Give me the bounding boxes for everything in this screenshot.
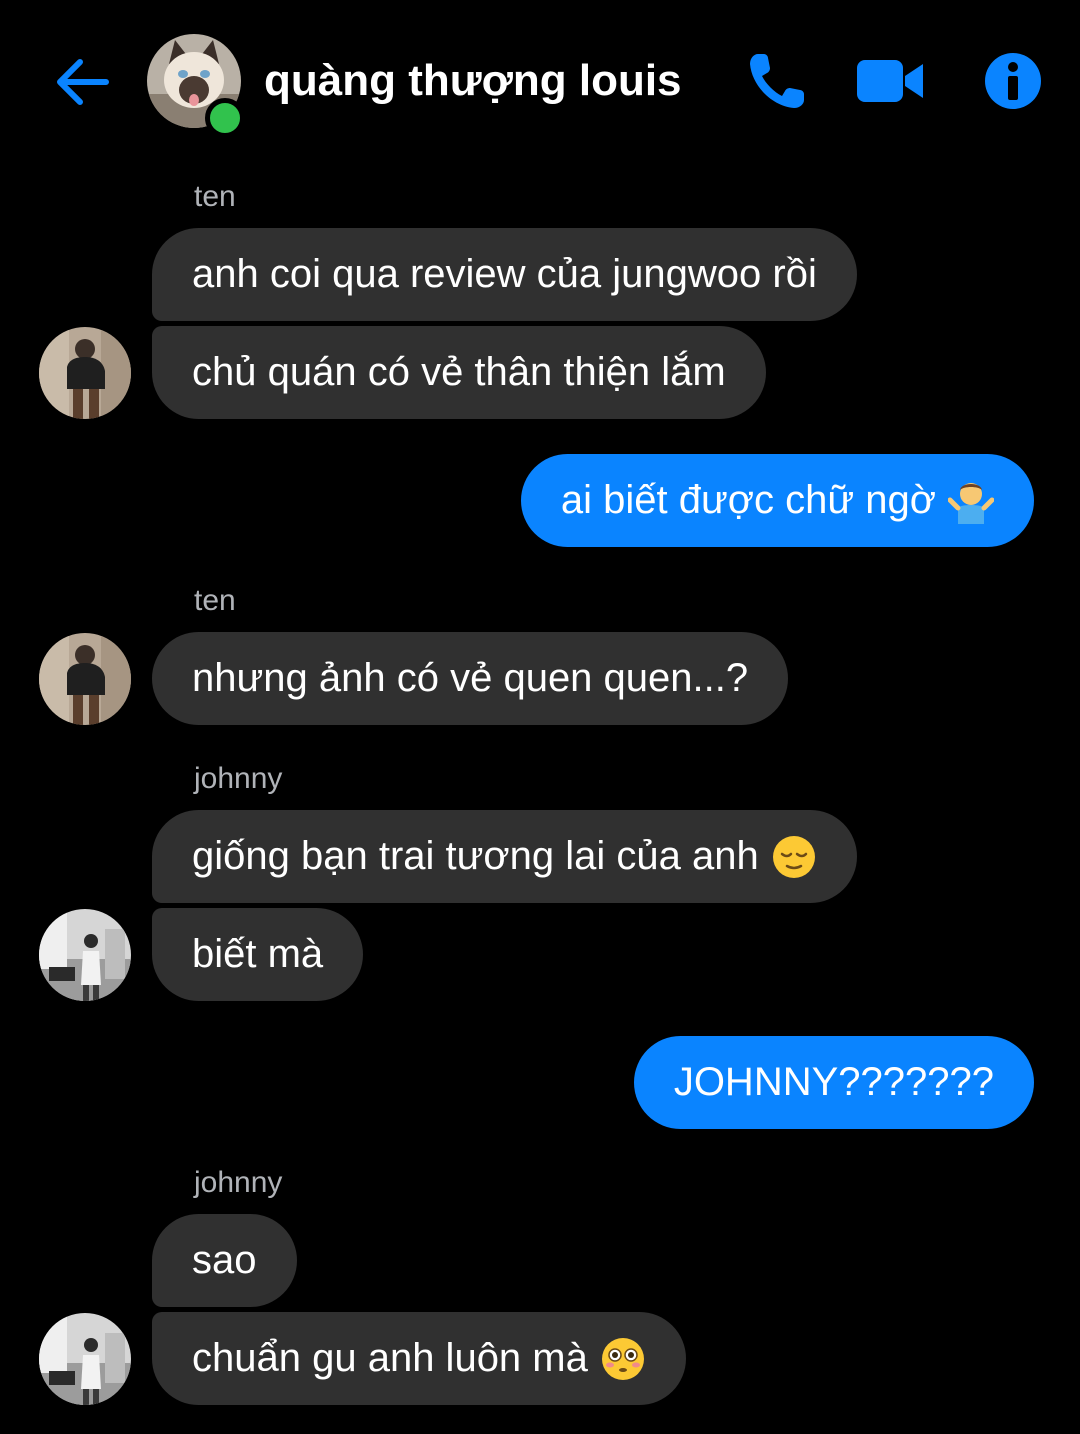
message-text: chủ quán có vẻ thân thiện lắm	[192, 350, 726, 394]
incoming-message[interactable]: chuẩn gu anh luôn mà	[152, 1312, 686, 1405]
message-text: sao	[192, 1238, 257, 1282]
message-text: nhưng ảnh có vẻ quen quen...?	[192, 656, 749, 700]
outgoing-message[interactable]: JOHNNY???????	[633, 1036, 1034, 1129]
chat-header: quàng thượng louis	[0, 0, 1080, 160]
avatar[interactable]	[39, 1313, 131, 1405]
incoming-message[interactable]: nhưng ảnh có vẻ quen quen...?	[152, 632, 789, 725]
sender-name: johnny	[194, 762, 283, 795]
info-icon	[985, 53, 1041, 109]
video-call-button[interactable]	[855, 48, 925, 114]
voice-call-button[interactable]	[744, 48, 810, 114]
info-button[interactable]	[980, 48, 1046, 114]
relieved-face-emoji	[772, 835, 815, 878]
incoming-message[interactable]: biết mà	[152, 908, 364, 1001]
avatar[interactable]	[39, 633, 131, 725]
online-status-dot	[205, 98, 245, 138]
avatar[interactable]	[39, 909, 131, 1001]
incoming-message[interactable]: anh coi qua review của jungwoo rồi	[152, 228, 857, 321]
message-text: ai biết được chữ ngờ	[560, 478, 936, 522]
back-button[interactable]	[50, 50, 114, 114]
person-shrugging-emoji	[948, 482, 994, 524]
incoming-message[interactable]: giống bạn trai tương lai của anh	[152, 810, 857, 903]
outgoing-message[interactable]: ai biết được chữ ngờ	[520, 454, 1034, 547]
arrow-left-icon	[57, 59, 109, 105]
flushed-face-emoji	[601, 1337, 644, 1380]
video-camera-icon	[857, 60, 923, 102]
message-text: chuẩn gu anh luôn mà	[192, 1336, 588, 1380]
ten-avatar-photo	[39, 633, 131, 725]
message-text: giống bạn trai tương lai của anh	[192, 834, 759, 878]
avatar[interactable]	[39, 327, 131, 419]
message-text: biết mà	[192, 932, 324, 976]
ten-avatar-photo	[39, 327, 131, 419]
johnny-avatar-photo	[39, 1313, 131, 1405]
sender-name: johnny	[194, 1166, 283, 1199]
chat-title[interactable]: quàng thượng louis	[264, 56, 682, 106]
message-text: anh coi qua review của jungwoo rồi	[192, 252, 817, 296]
incoming-message[interactable]: chủ quán có vẻ thân thiện lắm	[152, 326, 766, 419]
incoming-message[interactable]: sao	[152, 1214, 297, 1307]
sender-name: ten	[194, 584, 236, 617]
sender-name: ten	[194, 180, 236, 213]
phone-icon	[750, 54, 804, 108]
johnny-avatar-photo	[39, 909, 131, 1001]
message-text: JOHNNY???????	[673, 1060, 994, 1104]
